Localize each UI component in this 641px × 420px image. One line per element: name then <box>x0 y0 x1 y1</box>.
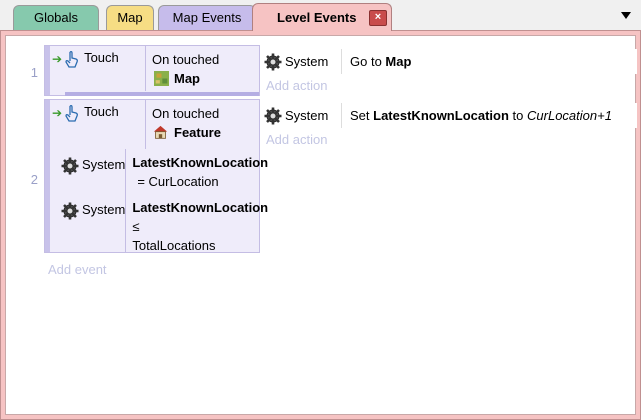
action-text: Go to <box>350 54 382 69</box>
event-number: 2 <box>30 172 38 187</box>
add-action-link[interactable]: Add action <box>262 128 637 147</box>
action-text: Set <box>350 108 370 123</box>
gear-icon <box>264 107 282 124</box>
action-row[interactable]: System Set LatestKnownLocation to CurLoc… <box>262 103 637 128</box>
condition-row[interactable]: ➔ Touch On touched Feature <box>45 100 259 149</box>
event-block-1[interactable]: ➔ Touch On touched Map <box>44 45 260 96</box>
tab-list-dropdown-icon[interactable] <box>621 12 631 19</box>
tab-map-events[interactable]: Map Events <box>158 5 256 30</box>
trigger-arrow-icon: ➔ <box>52 106 63 120</box>
condition-target: Map <box>174 71 200 86</box>
condition-comparison: = CurLocation <box>137 174 219 189</box>
gear-icon <box>61 157 79 175</box>
actions-1: System Go to Map Add action <box>262 49 637 93</box>
action-expression: CurLocation+1 <box>527 108 612 123</box>
condition-rhs: TotalLocations <box>132 238 216 253</box>
feature-house-icon <box>153 125 168 139</box>
condition-object-name: System <box>82 202 126 217</box>
add-event-link[interactable]: Add event <box>48 262 107 277</box>
condition-object-name: Touch <box>84 50 119 65</box>
condition-row[interactable]: System LatestKnownLocation = CurLocation <box>45 149 268 194</box>
condition-text: On touched <box>152 106 220 121</box>
condition-row[interactable]: ➔ Touch On touched Map <box>45 46 259 91</box>
map-image-icon <box>154 71 169 86</box>
action-object-name: System <box>285 54 329 69</box>
condition-variable: LatestKnownLocation <box>132 200 269 215</box>
condition-target: Feature <box>174 125 221 140</box>
add-action-link[interactable]: Add action <box>262 74 637 93</box>
actions-2: System Set LatestKnownLocation to CurLoc… <box>262 103 637 147</box>
tab-level-events[interactable]: Level Events × <box>252 3 392 31</box>
close-tab-button[interactable]: × <box>369 10 387 26</box>
condition-object-name: Touch <box>84 104 119 119</box>
gear-icon <box>264 53 282 70</box>
action-variable: LatestKnownLocation <box>373 108 509 123</box>
trigger-arrow-icon: ➔ <box>52 52 63 66</box>
condition-text: On touched <box>152 52 220 67</box>
tab-level-events-label: Level Events <box>277 10 357 25</box>
event-number: 1 <box>30 65 38 80</box>
event-sheet[interactable]: 1 ➔ Touch On touched Map System Go to Ma… <box>5 35 637 415</box>
condition-variable: LatestKnownLocation <box>132 155 269 170</box>
action-object-name: System <box>285 108 329 123</box>
condition-row[interactable]: System LatestKnownLocation ≤ TotalLocati… <box>45 194 268 253</box>
tab-strip: Globals Map Map Events Level Events × <box>0 0 641 31</box>
event-sheet-frame: 1 ➔ Touch On touched Map System Go to Ma… <box>0 30 641 420</box>
touch-icon <box>65 105 79 122</box>
action-target: Map <box>385 54 412 69</box>
action-row[interactable]: System Go to Map <box>262 49 637 74</box>
condition-operator: ≤ <box>132 219 140 234</box>
touch-icon <box>65 51 79 68</box>
condition-object-name: System <box>82 157 126 172</box>
tab-map[interactable]: Map <box>106 5 154 30</box>
gear-icon <box>61 202 79 220</box>
tab-globals[interactable]: Globals <box>13 5 99 30</box>
action-connector: to <box>512 108 524 123</box>
event-block-2[interactable]: ➔ Touch On touched Feature System Latest… <box>44 99 268 253</box>
selection-bar <box>65 92 259 96</box>
